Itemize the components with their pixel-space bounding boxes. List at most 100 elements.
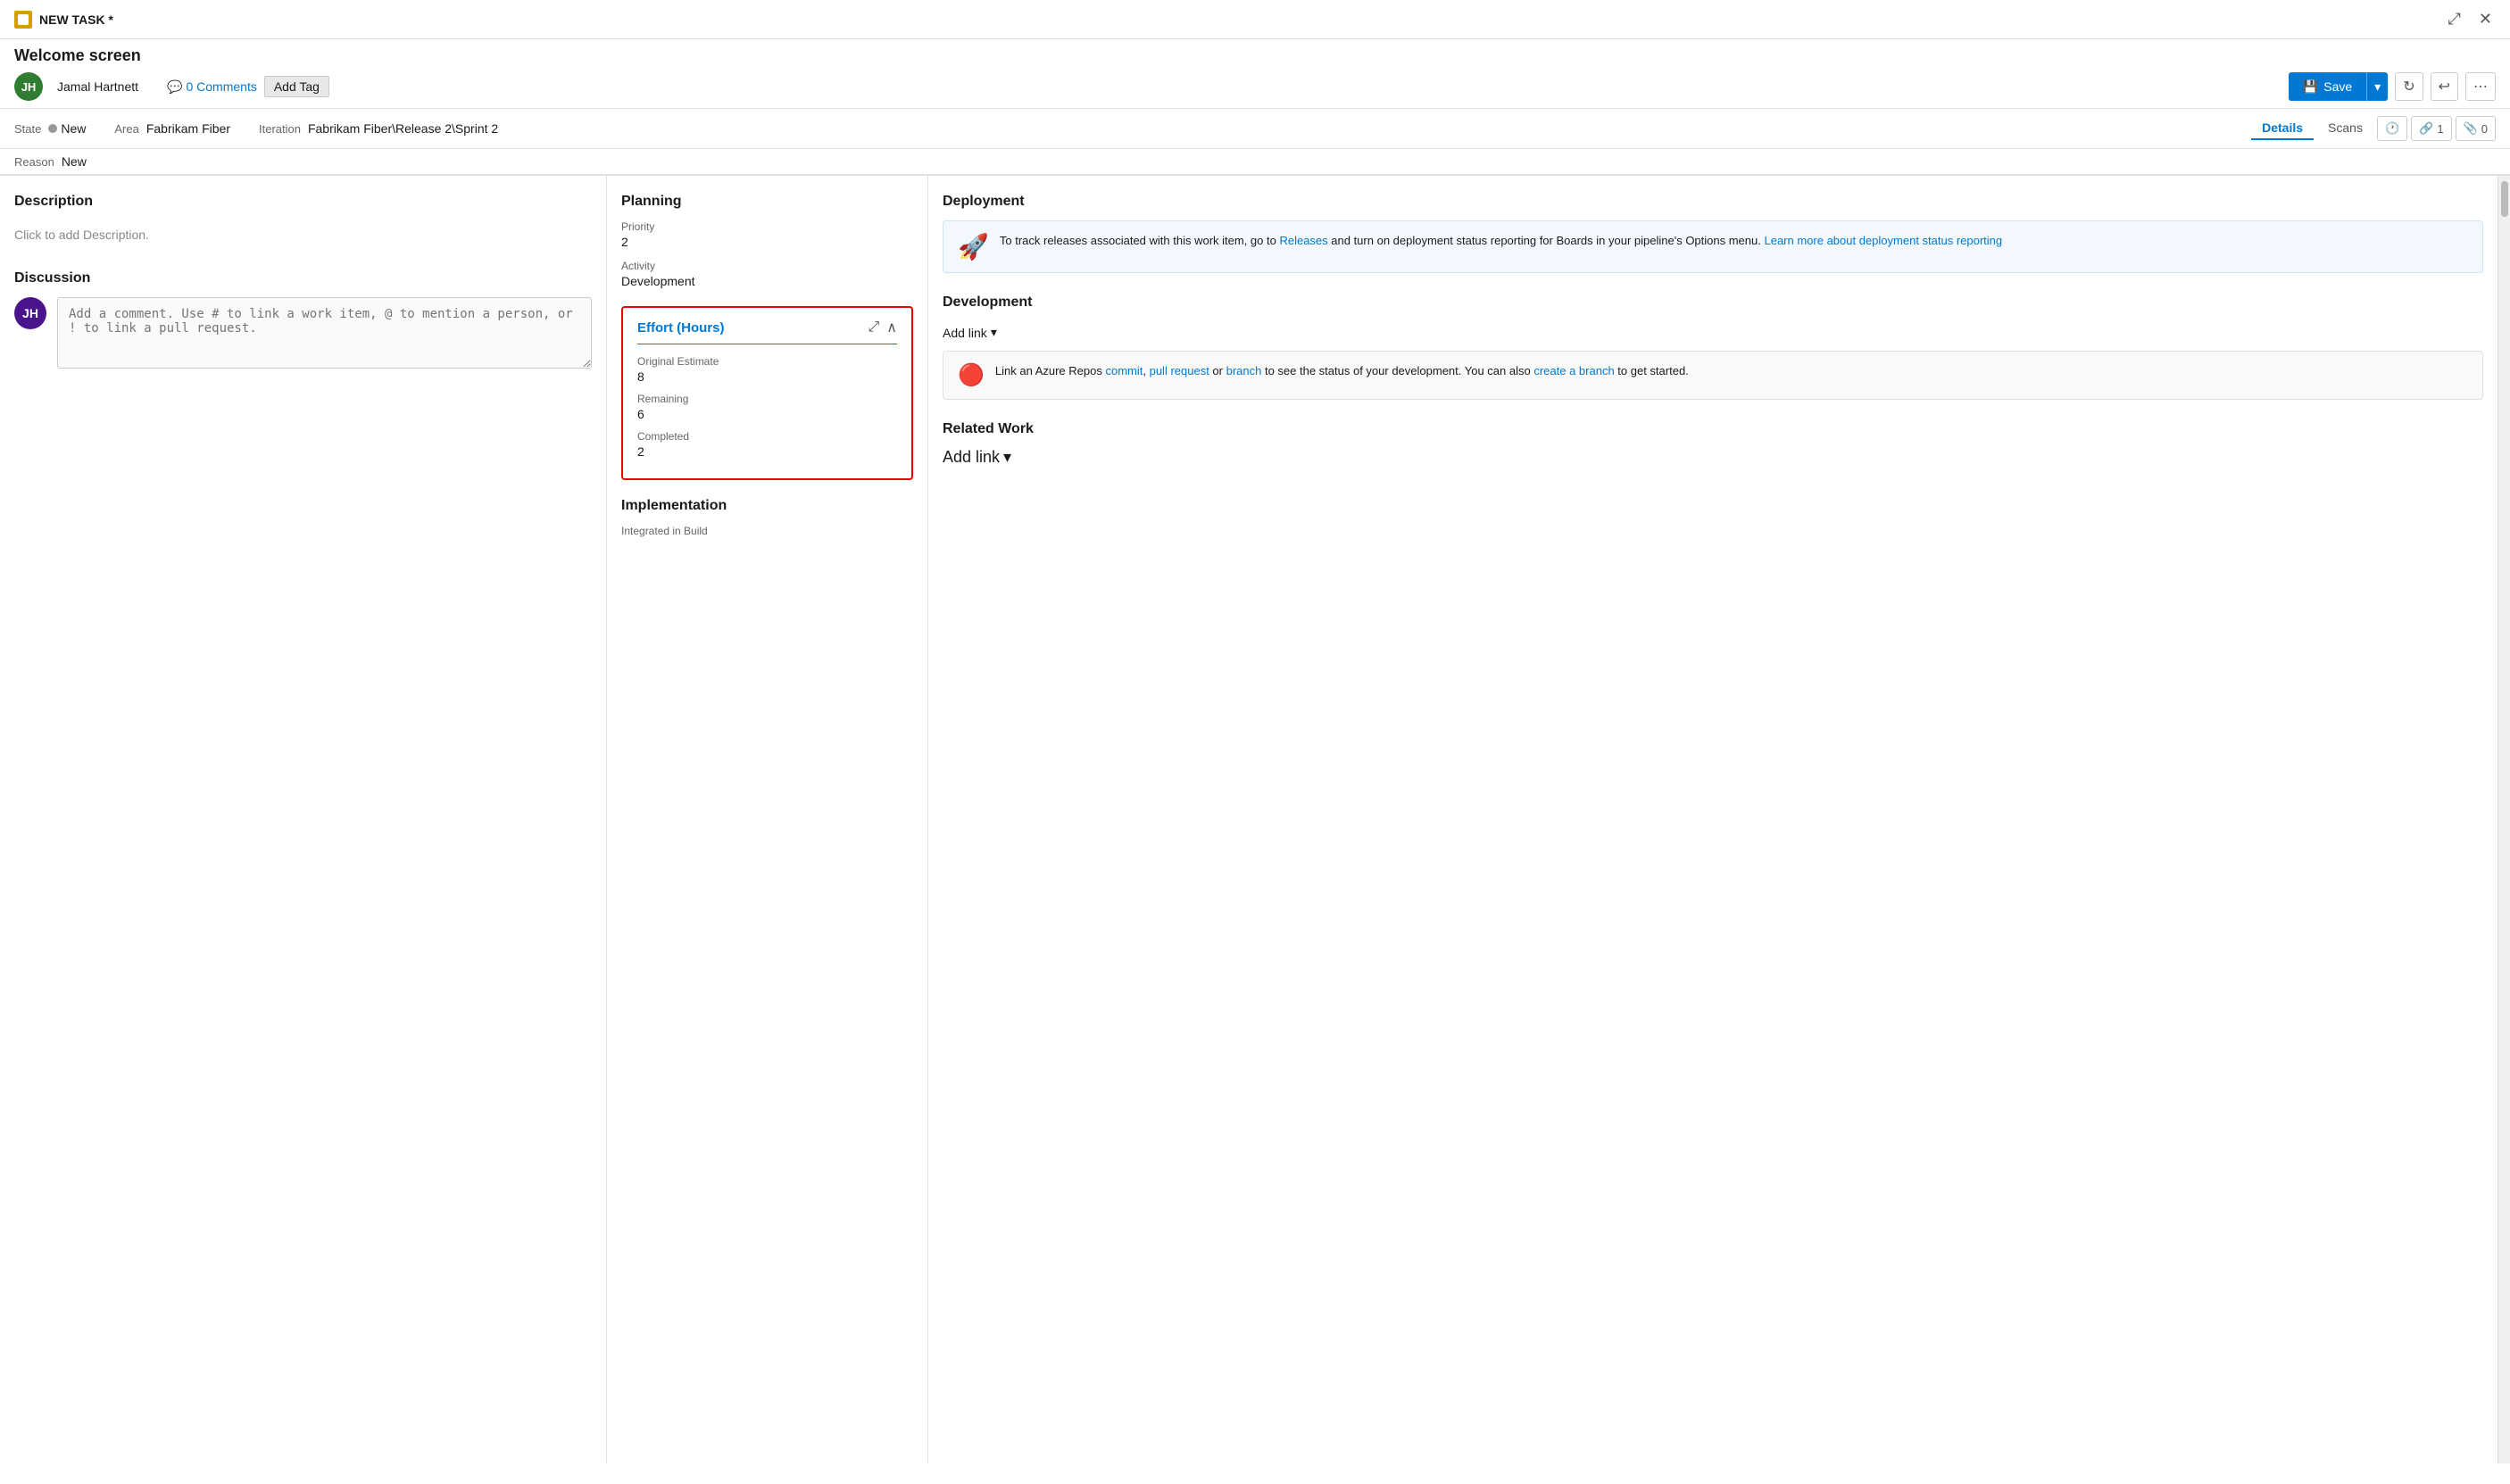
branch-link[interactable]: branch (1226, 364, 1262, 377)
activity-field: Activity Development (621, 260, 913, 288)
history-button[interactable]: 🕐 (2377, 116, 2407, 141)
commit-link[interactable]: commit (1105, 364, 1143, 377)
middle-pane: Planning Priority 2 Activity Development… (607, 176, 928, 1463)
save-button[interactable]: 💾 Save ▾ (2289, 72, 2388, 101)
add-tag-button[interactable]: Add Tag (264, 76, 329, 97)
area-value: Fabrikam Fiber (146, 121, 230, 136)
author-bar: JH Jamal Hartnett 💬 0 Comments Add Tag 💾… (0, 69, 2510, 109)
description-title: Description (14, 194, 592, 210)
save-label: Save (2323, 79, 2352, 94)
discussion-avatar: JH (14, 297, 46, 329)
deployment-title: Deployment (943, 194, 2483, 210)
related-add-label: Add link (943, 448, 1000, 467)
iteration-value: Fabrikam Fiber\Release 2\Sprint 2 (308, 121, 498, 136)
effort-fields: Original Estimate 8 Remaining 6 Complete… (637, 355, 897, 459)
links-count: 1 (2437, 122, 2443, 136)
refresh-button[interactable]: ↻ (2395, 72, 2423, 101)
planning-title: Planning (621, 194, 913, 210)
more-button[interactable]: ⋯ (2465, 72, 2496, 101)
original-estimate-value: 8 (637, 369, 897, 384)
state-dot (48, 124, 57, 133)
tab-scans[interactable]: Scans (2317, 117, 2373, 140)
tab-details[interactable]: Details (2251, 117, 2314, 140)
remaining-value: 6 (637, 407, 897, 421)
create-branch-link[interactable]: create a branch (1533, 364, 1614, 377)
discussion-section: Discussion JH (14, 270, 592, 369)
effort-box: Effort (Hours) ⤢ ∧ Original Estimate 8 R… (621, 306, 913, 480)
implementation-title: Implementation (621, 498, 913, 514)
effort-expand-button[interactable]: ⤢ (868, 319, 879, 336)
integrated-in-build-label: Integrated in Build (621, 525, 913, 537)
link-icon: 🔗 (2419, 121, 2433, 136)
page-title: Welcome screen (0, 39, 2510, 69)
activity-value: Development (621, 274, 913, 288)
deployment-text2: and turn on deployment status reporting … (1328, 234, 1765, 247)
dev-icon: 🔴 (958, 362, 985, 388)
scrollbar-track[interactable] (2498, 176, 2510, 1463)
attachments-count: 0 (2481, 122, 2488, 136)
iteration-label: Iteration (259, 122, 301, 136)
right-pane: Deployment 🚀 To track releases associate… (928, 176, 2498, 1463)
dev-add-link-chevron: ▾ (991, 325, 997, 340)
releases-link[interactable]: Releases (1279, 234, 1327, 247)
comments-link[interactable]: 💬 0 Comments (167, 79, 257, 95)
development-section: Development Add link ▾ 🔴 Link an Azure R… (943, 294, 2483, 400)
remaining-label: Remaining (637, 393, 897, 405)
description-placeholder[interactable]: Click to add Description. (14, 220, 592, 249)
toolbar-right: 💾 Save ▾ ↻ ↩ ⋯ (2289, 72, 2496, 101)
dev-text3: or (1209, 364, 1226, 377)
original-estimate-label: Original Estimate (637, 355, 897, 368)
development-title: Development (943, 294, 2483, 311)
related-work-section: Related Work Add link ▾ (943, 421, 2483, 467)
state-field: State New (14, 121, 86, 136)
learn-more-link[interactable]: Learn more about deployment status repor… (1764, 234, 2002, 247)
completed-field: Completed 2 (637, 430, 897, 459)
dev-text5: to get started. (1615, 364, 1689, 377)
save-icon: 💾 (2303, 79, 2318, 95)
dev-add-link-button[interactable]: Add link ▾ (943, 321, 997, 344)
original-estimate-field: Original Estimate 8 (637, 355, 897, 384)
priority-value: 2 (621, 235, 913, 249)
links-button[interactable]: 🔗 1 (2411, 116, 2451, 141)
remaining-field: Remaining 6 (637, 393, 897, 421)
area-field: Area Fabrikam Fiber (114, 121, 230, 136)
comment-icon: 💬 (167, 79, 182, 95)
comment-input[interactable] (57, 297, 592, 369)
task-icon (14, 11, 32, 29)
attachment-icon: 📎 (2464, 121, 2478, 136)
deployment-text1: To track releases associated with this w… (1000, 234, 1280, 247)
expand-button[interactable]: ⤢ (2445, 6, 2464, 32)
effort-collapse-button[interactable]: ∧ (886, 319, 897, 336)
avatar: JH (14, 72, 43, 101)
iteration-field: Iteration Fabrikam Fiber\Release 2\Sprin… (259, 121, 498, 136)
related-work-title: Related Work (943, 421, 2483, 437)
reason-label: Reason (14, 155, 54, 169)
area-label: Area (114, 122, 138, 136)
title-bar-left: NEW TASK * (14, 11, 113, 29)
pull-request-link[interactable]: pull request (1150, 364, 1209, 377)
attachments-button[interactable]: 📎 0 (2456, 116, 2496, 141)
save-button-main[interactable]: 💾 Save (2289, 72, 2366, 101)
related-add-link-button[interactable]: Add link ▾ (943, 448, 2483, 467)
effort-header: Effort (Hours) ⤢ ∧ (637, 319, 897, 344)
activity-label: Activity (621, 260, 913, 272)
priority-field: Priority 2 (621, 220, 913, 249)
completed-value: 2 (637, 444, 897, 459)
completed-label: Completed (637, 430, 897, 443)
close-button[interactable]: ✕ (2475, 6, 2496, 32)
state-text: New (61, 121, 86, 136)
save-dropdown-arrow[interactable]: ▾ (2366, 72, 2388, 101)
main-content: Description Click to add Description. Di… (0, 176, 2510, 1463)
discussion-title: Discussion (14, 270, 592, 286)
undo-button[interactable]: ↩ (2431, 72, 2458, 101)
left-pane: Description Click to add Description. Di… (0, 176, 607, 1463)
discussion-input-row: JH (14, 297, 592, 369)
implementation-section: Implementation Integrated in Build (621, 498, 913, 537)
fields-bar: State New Area Fabrikam Fiber Iteration … (0, 109, 2510, 149)
title-bar: NEW TASK * ⤢ ✕ (0, 0, 2510, 39)
dev-text4: to see the status of your development. Y… (1261, 364, 1533, 377)
title-bar-right: ⤢ ✕ (2445, 6, 2497, 32)
scrollbar-thumb[interactable] (2501, 181, 2508, 217)
author-actions: 💬 0 Comments Add Tag (167, 76, 329, 97)
state-value: New (48, 121, 86, 136)
